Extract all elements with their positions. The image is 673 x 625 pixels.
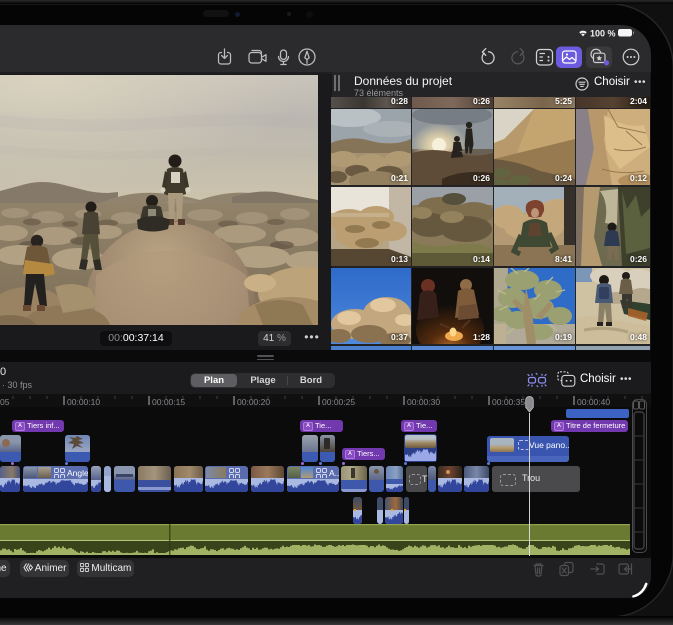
- svg-text:00:00:25: 00:00:25: [322, 397, 355, 407]
- svg-text:05: 05: [0, 397, 10, 407]
- svg-text:00:00:30: 00:00:30: [407, 397, 440, 407]
- svg-text:00:00:10: 00:00:10: [67, 397, 100, 407]
- svg-text:00:00:20: 00:00:20: [237, 397, 270, 407]
- svg-text:00:00:15: 00:00:15: [152, 397, 185, 407]
- svg-text:00:00:35: 00:00:35: [492, 397, 525, 407]
- svg-text:00:00:40: 00:00:40: [577, 397, 610, 407]
- svg-text:100 %: 100 %: [590, 29, 616, 39]
